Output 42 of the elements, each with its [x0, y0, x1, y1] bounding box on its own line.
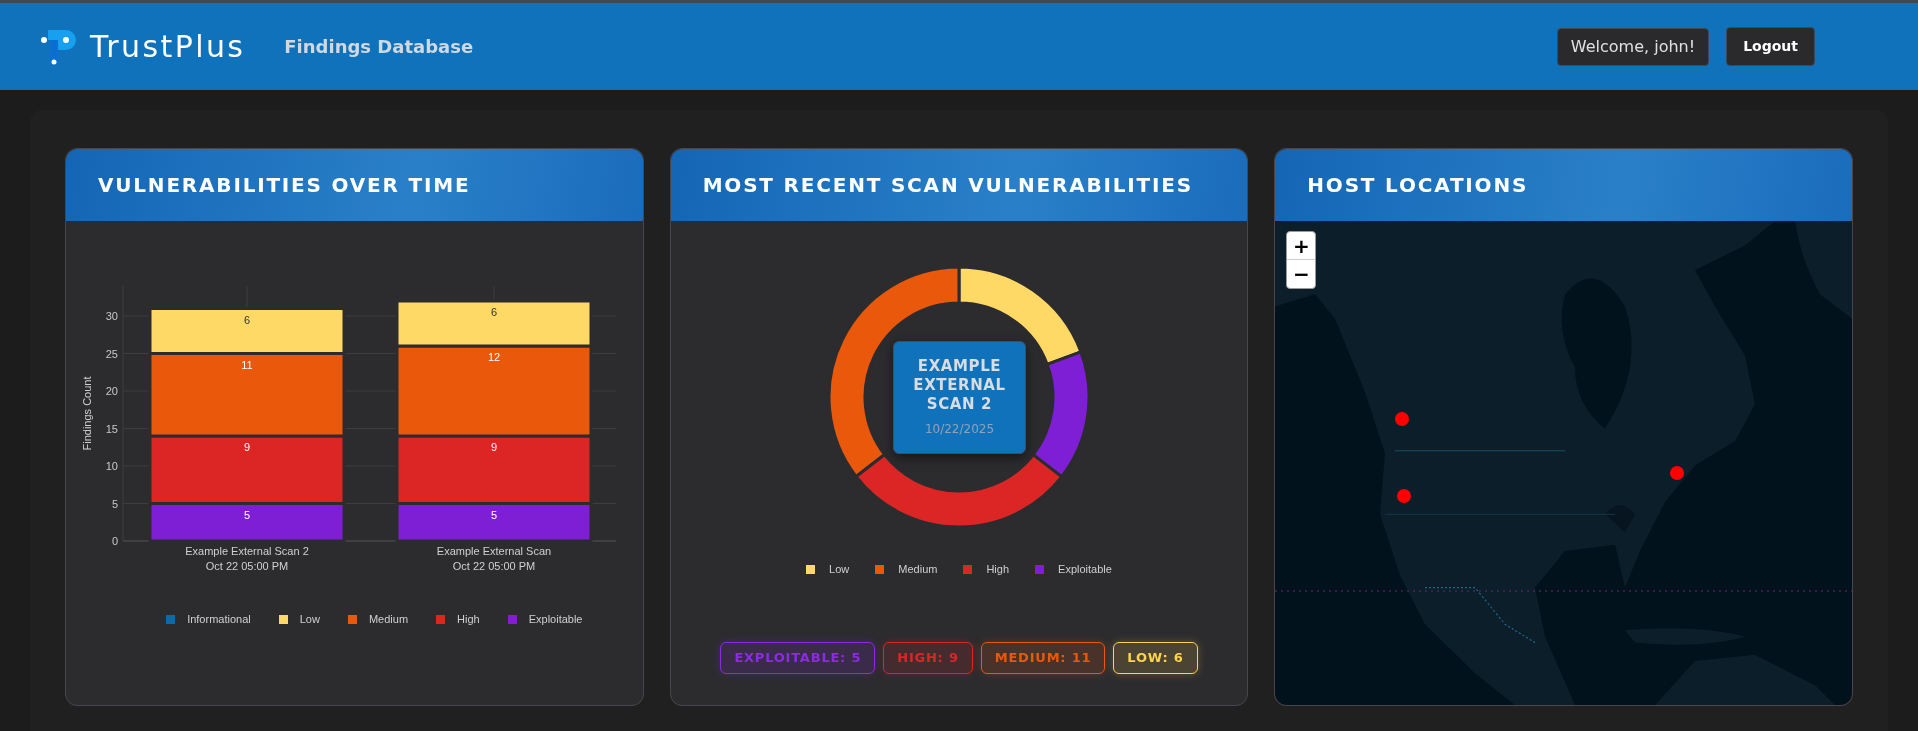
zoom-in-button[interactable]: +	[1287, 232, 1316, 260]
severity-count-badge: HIGH: 9	[883, 641, 973, 674]
severity-count-badge: EXPLOITABLE: 5	[720, 641, 876, 674]
logout-button[interactable]: Logout	[1726, 27, 1815, 66]
category-label: Example External Scan 2 Oct 22 05:00 PM	[185, 545, 309, 572]
card-title: HOST LOCATIONS	[1307, 172, 1529, 199]
legend-label: Low	[299, 612, 320, 627]
data-label: 6	[243, 313, 251, 326]
data-label: 5	[243, 508, 251, 521]
legend-label: High	[457, 612, 480, 627]
legend-label: Informational	[187, 612, 251, 627]
tick-label: 0	[111, 535, 118, 547]
legend-label: Medium	[898, 562, 938, 577]
category-label: Example External Scan Oct 22 05:00 PM	[436, 545, 552, 572]
tick-label: 30	[105, 310, 118, 322]
legend-label: Exploitable	[1058, 562, 1112, 577]
tick-label: 15	[105, 422, 118, 435]
data-label: 12	[487, 351, 501, 363]
card-title: MOST RECENT SCAN VULNERABILITIES	[702, 172, 1193, 199]
data-label: 9	[243, 441, 251, 453]
tick-label: 20	[105, 385, 118, 397]
severity-count-badge: MEDIUM: 11	[980, 641, 1106, 674]
logo-text: TrustPlus	[90, 28, 246, 66]
legend-label: Exploitable	[528, 612, 583, 627]
legend-label: Medium	[368, 612, 409, 627]
data-label: 9	[490, 441, 498, 453]
scan-name: EXAMPLE EXTERNAL SCAN 2	[912, 357, 1007, 414]
welcome-label: Welcome, john!	[1556, 27, 1710, 66]
tick-label: 5	[111, 497, 118, 510]
data-label: 6	[490, 306, 498, 318]
legend-label: High	[986, 562, 1010, 577]
tick-label: 10	[105, 460, 118, 472]
data-label: 11	[241, 358, 253, 371]
scan-date: 10/22/2025	[924, 421, 995, 438]
axis-title: Findings Count	[81, 376, 93, 451]
zoom-out-button[interactable]: −	[1287, 260, 1316, 288]
card-title: VULNERABILITIES OVER TIME	[98, 172, 471, 199]
severity-count-badge: LOW: 6	[1113, 641, 1198, 674]
page-title: Findings Database	[284, 35, 474, 59]
legend-label: Low	[829, 562, 850, 577]
data-label: 5	[490, 508, 498, 521]
tick-label: 25	[105, 347, 118, 360]
